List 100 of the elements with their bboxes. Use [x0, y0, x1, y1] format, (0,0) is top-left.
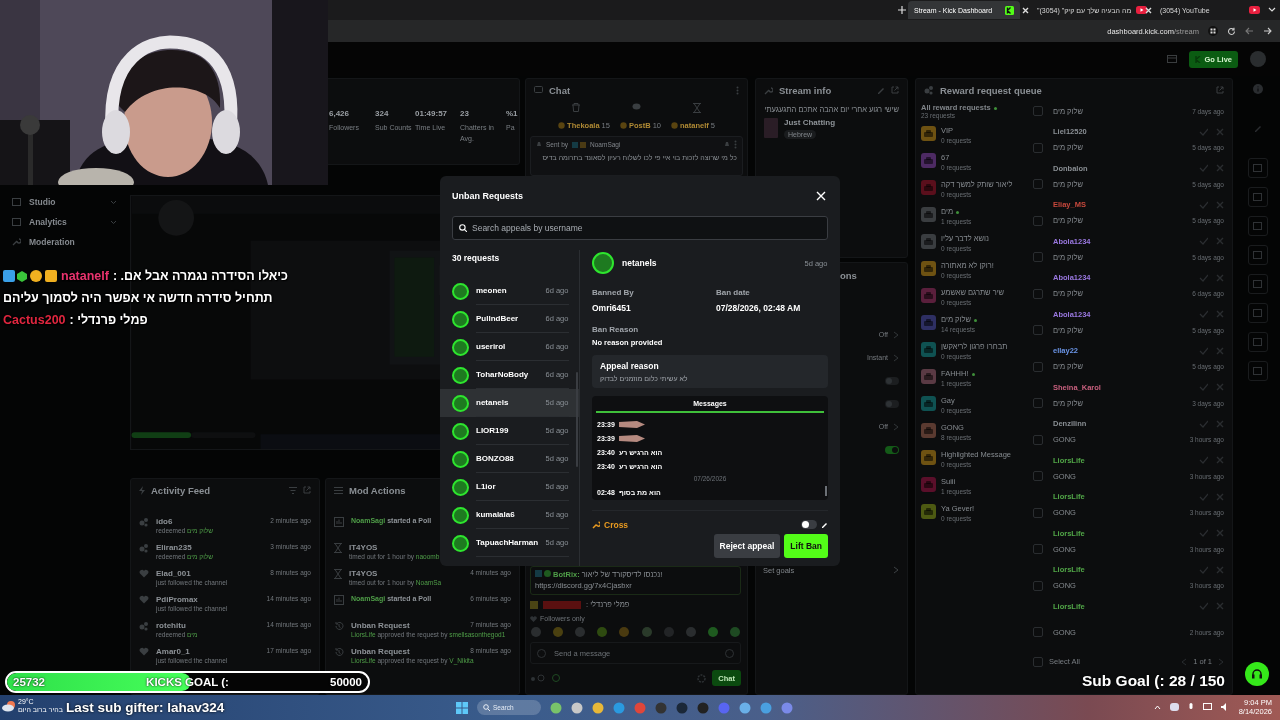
- video-play-icon: [1249, 6, 1260, 14]
- chevron-down-icon[interactable]: [1268, 7, 1276, 13]
- chevron-left-icon[interactable]: [1181, 657, 1188, 666]
- hourglass-icon[interactable]: [693, 103, 701, 113]
- avatar[interactable]: [1250, 51, 1266, 67]
- reload-icon[interactable]: [1227, 26, 1236, 36]
- app-icon[interactable]: [613, 701, 625, 714]
- pin-icon[interactable]: [724, 140, 730, 149]
- checkbox[interactable]: [1033, 325, 1043, 336]
- chevron-up-icon[interactable]: [1153, 704, 1161, 710]
- app-icon[interactable]: [676, 701, 688, 714]
- checkbox[interactable]: [1033, 252, 1043, 263]
- layout-icon[interactable]: [1167, 55, 1178, 63]
- chart-icon: [12, 218, 21, 226]
- checkbox[interactable]: [1033, 215, 1043, 226]
- help-button[interactable]: [1245, 662, 1269, 686]
- lift-ban-button[interactable]: Lift Ban: [784, 534, 828, 558]
- tool-button[interactable]: [1247, 303, 1268, 323]
- monitor-icon[interactable]: [1202, 703, 1212, 711]
- check-icon[interactable]: [1199, 565, 1208, 574]
- check-icon[interactable]: [1199, 310, 1208, 319]
- emote-icon[interactable]: [618, 626, 631, 638]
- app-icon[interactable]: [781, 701, 793, 714]
- popout-icon[interactable]: [303, 486, 311, 494]
- toggle-switch[interactable]: [801, 520, 817, 529]
- checkbox[interactable]: [1033, 507, 1043, 518]
- emote-icon[interactable]: [640, 626, 653, 638]
- filter-icon[interactable]: [289, 486, 297, 494]
- checkbox[interactable]: [1033, 544, 1043, 555]
- tool-button[interactable]: [1247, 361, 1268, 381]
- app-icon[interactable]: [760, 701, 772, 714]
- toggle-switch[interactable]: [885, 445, 899, 454]
- emote-icon[interactable]: [706, 626, 719, 638]
- chevron-right-icon[interactable]: [1218, 657, 1224, 666]
- reject-button[interactable]: Reject appeal: [713, 534, 781, 558]
- popout-icon[interactable]: [891, 86, 899, 94]
- username: meonen: [476, 286, 508, 295]
- check-icon[interactable]: [1199, 419, 1208, 428]
- check-icon[interactable]: [1199, 346, 1208, 355]
- check-icon[interactable]: [1199, 456, 1208, 465]
- app-icon[interactable]: [697, 701, 709, 714]
- chat-bubble-icon[interactable]: [632, 103, 641, 111]
- checkbox[interactable]: [1033, 142, 1043, 153]
- check-icon[interactable]: [1199, 273, 1208, 282]
- app-icon[interactable]: [655, 701, 667, 714]
- search-field[interactable]: Search appeals by username: [452, 216, 828, 240]
- emote-icon[interactable]: [662, 626, 675, 638]
- back-icon[interactable]: [1245, 27, 1254, 35]
- checkbox[interactable]: [1033, 627, 1043, 638]
- check-icon[interactable]: [1199, 492, 1208, 501]
- check-icon[interactable]: [1199, 200, 1208, 209]
- app-icon[interactable]: [550, 701, 562, 714]
- sidebar-item[interactable]: Moderation: [29, 237, 117, 247]
- checkbox[interactable]: [1033, 398, 1043, 409]
- emote-icon[interactable]: [530, 626, 542, 638]
- forward-icon[interactable]: [1263, 27, 1272, 35]
- popout-icon[interactable]: [1216, 86, 1224, 94]
- checkbox[interactable]: [1033, 361, 1043, 372]
- tool-button[interactable]: [1247, 245, 1268, 265]
- check-icon[interactable]: [1199, 127, 1208, 136]
- tool-button[interactable]: [1247, 332, 1268, 352]
- tool-button[interactable]: [1247, 274, 1268, 294]
- plus-icon[interactable]: [898, 6, 906, 14]
- app-icon[interactable]: [571, 701, 583, 714]
- checkbox[interactable]: [1033, 106, 1043, 117]
- check-icon[interactable]: [1199, 602, 1208, 611]
- check-icon[interactable]: [1199, 383, 1208, 392]
- checkbox[interactable]: [1033, 288, 1043, 299]
- microphone-icon[interactable]: [1187, 702, 1194, 712]
- emote-icon[interactable]: [729, 626, 741, 638]
- emote-icon[interactable]: [596, 626, 609, 638]
- weather-icon: [2, 700, 16, 713]
- panel-icon: [1253, 193, 1262, 201]
- checkbox[interactable]: [1033, 179, 1043, 190]
- tool-button[interactable]: [1247, 187, 1268, 207]
- pencil-icon[interactable]: [821, 521, 828, 528]
- emote-icon[interactable]: [574, 626, 587, 638]
- check-icon[interactable]: [1199, 237, 1208, 246]
- tool-button[interactable]: [1247, 216, 1268, 236]
- sidebar-item[interactable]: Studio: [29, 197, 102, 207]
- check-icon[interactable]: [1199, 164, 1208, 173]
- check-icon[interactable]: [1199, 529, 1208, 538]
- toggle-switch[interactable]: [885, 376, 899, 385]
- app-icon[interactable]: [1169, 703, 1179, 711]
- windows-logo-icon[interactable]: [456, 701, 468, 714]
- sidebar-item[interactable]: Analytics: [29, 217, 102, 227]
- badge-icon: [572, 141, 587, 148]
- info-icon[interactable]: [1252, 84, 1263, 94]
- checkbox[interactable]: [1033, 656, 1043, 667]
- checkbox[interactable]: [1033, 434, 1043, 445]
- apps-icon[interactable]: [1208, 26, 1218, 36]
- emote-icon[interactable]: [552, 626, 565, 638]
- toggle-switch[interactable]: [885, 399, 899, 408]
- username: netanels: [476, 398, 510, 407]
- trash-icon[interactable]: [572, 103, 580, 112]
- checkbox[interactable]: [1033, 471, 1043, 482]
- tool-button[interactable]: [1247, 158, 1268, 178]
- gear-icon[interactable]: [697, 673, 707, 683]
- emote-icon[interactable]: [684, 626, 697, 638]
- checkbox[interactable]: [1033, 580, 1043, 591]
